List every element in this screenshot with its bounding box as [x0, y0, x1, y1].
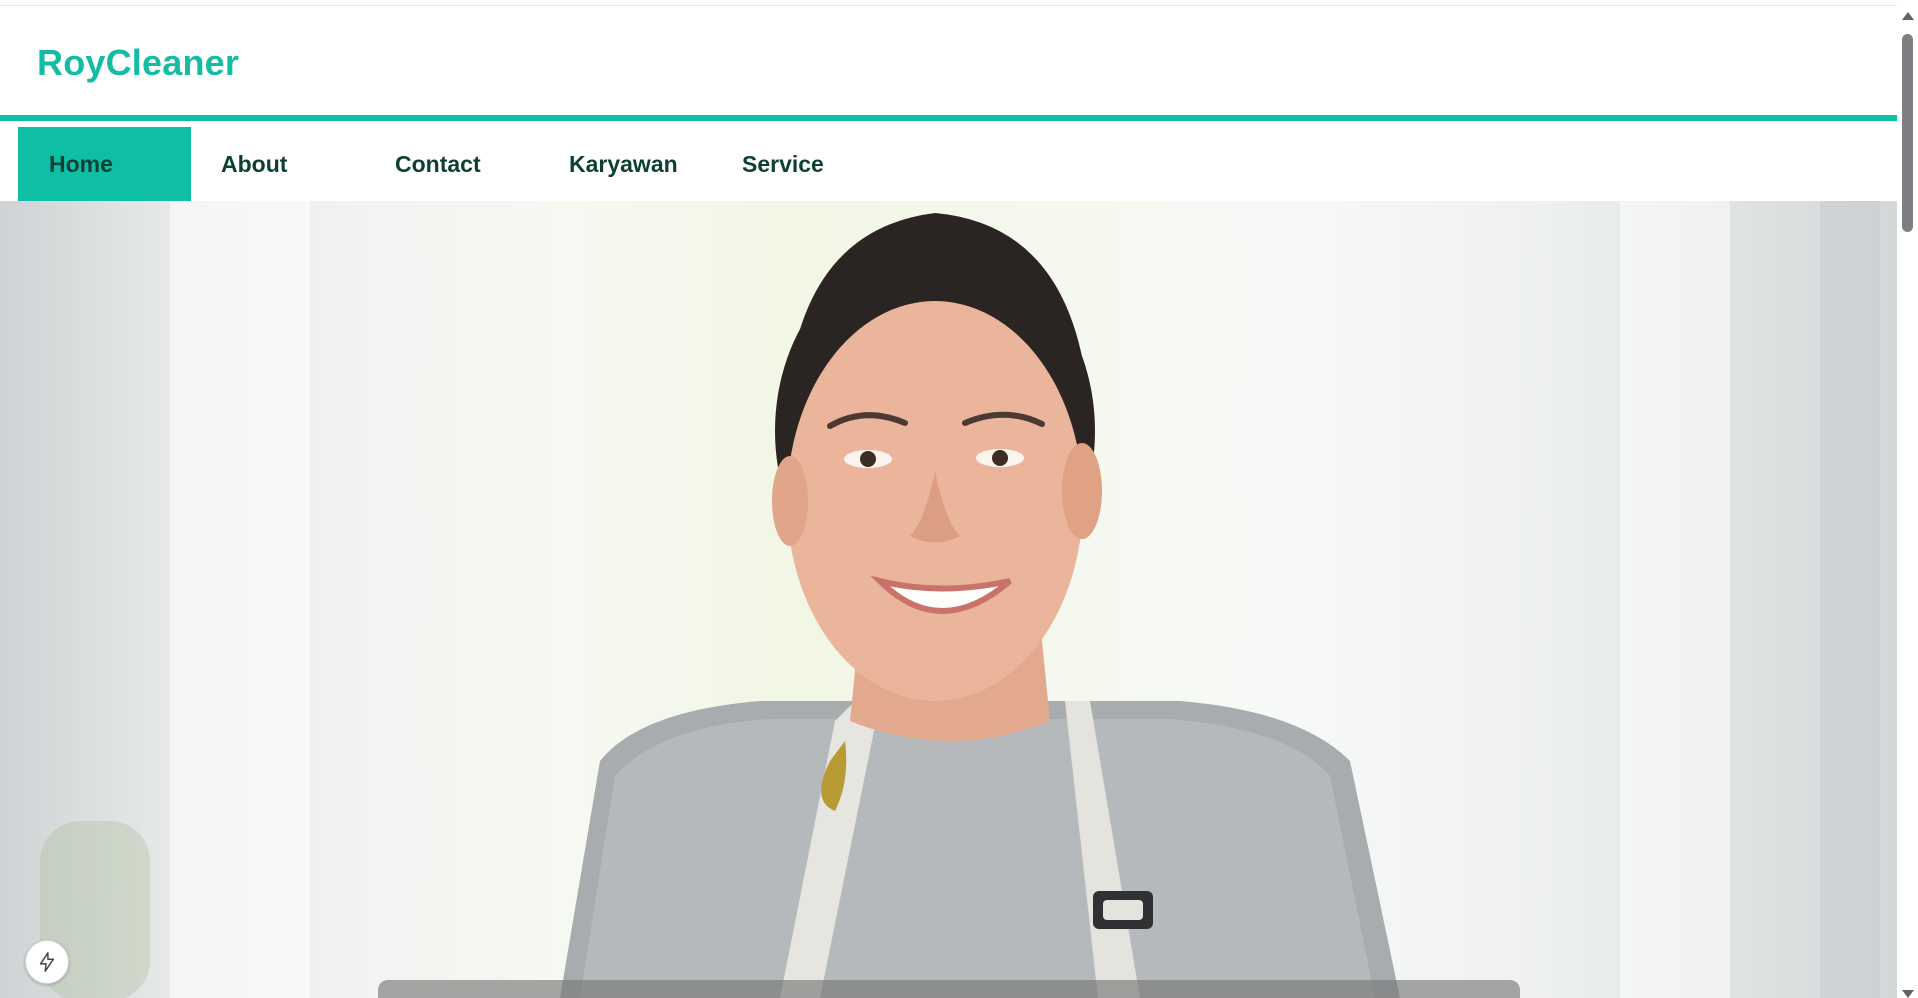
brand-logo-text[interactable]: RoyCleaner: [37, 42, 239, 84]
scroll-up-arrow-icon[interactable]: [1902, 12, 1914, 20]
main-nav: Home About Contact Karyawan Service: [0, 127, 1897, 201]
vertical-scrollbar[interactable]: [1897, 0, 1918, 998]
hero-caption-panel: [378, 980, 1520, 998]
nav-item-karyawan[interactable]: Karyawan: [539, 127, 713, 201]
nav-item-home[interactable]: Home: [18, 127, 191, 201]
scroll-down-arrow-icon[interactable]: [1902, 990, 1914, 998]
lightning-icon[interactable]: [25, 940, 69, 984]
nav-item-about[interactable]: About: [191, 127, 365, 201]
nav-item-service[interactable]: Service: [713, 127, 887, 201]
hero-image: [0, 201, 1897, 998]
cleaner-woman-illustration: [560, 213, 1400, 998]
nav-item-contact[interactable]: Contact: [365, 127, 539, 201]
scroll-thumb[interactable]: [1902, 34, 1913, 232]
header: RoyCleaner: [0, 6, 1897, 121]
page: RoyCleaner Home About Contact Karyawan S…: [0, 0, 1897, 998]
